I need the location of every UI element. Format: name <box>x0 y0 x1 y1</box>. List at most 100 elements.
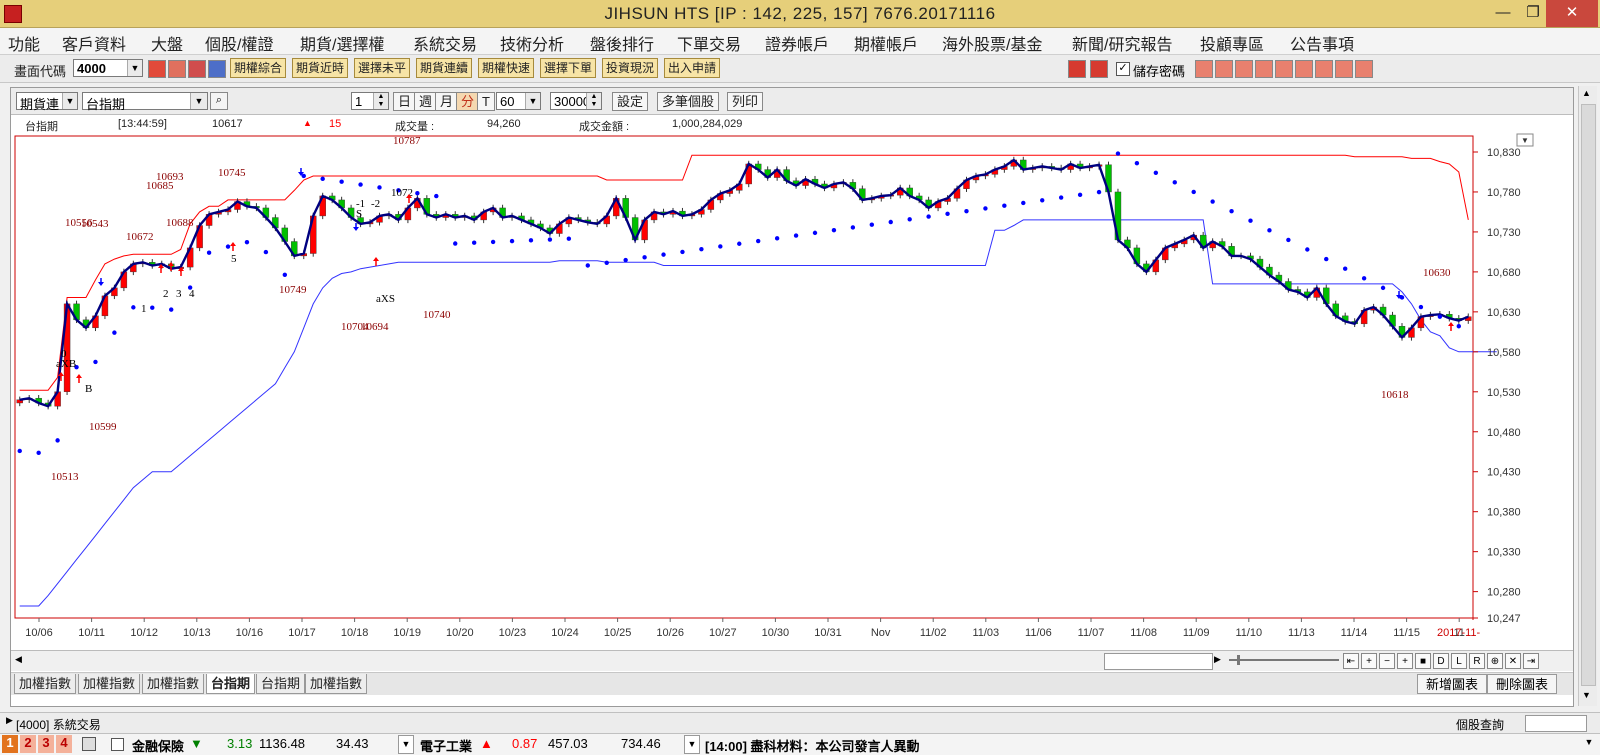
menu-item-order[interactable]: 下單交易 <box>677 31 741 55</box>
close-box-icon[interactable] <box>1215 60 1233 78</box>
toolbar-button-options-open[interactable]: 選擇未平 <box>354 58 411 78</box>
sar-dot <box>320 176 325 182</box>
close-button[interactable]: ✕ <box>1546 0 1598 27</box>
menu-item-futures[interactable]: 期貨/選擇權 <box>300 31 384 55</box>
save-icon[interactable] <box>188 60 206 78</box>
toolbar-button-futures-continuous[interactable]: 期貨連續 <box>416 58 473 78</box>
menu-item-advisor[interactable]: 投顧專區 <box>1200 31 1264 55</box>
pen-icon[interactable] <box>1195 60 1213 78</box>
tab-taiex-futures-active[interactable]: 台指期 <box>206 674 256 694</box>
symbol-select[interactable]: 台指期 ▼ <box>82 92 208 112</box>
tab-weighted-index-4[interactable]: 加權指數 <box>305 674 368 694</box>
plus-icon[interactable] <box>1090 60 1108 78</box>
zoom-slider-handle[interactable] <box>1237 655 1240 665</box>
menu-item-ranking[interactable]: 盤後排行 <box>590 31 654 55</box>
scroll-up-icon[interactable]: ▲ <box>1582 88 1591 98</box>
toolbar-button-investment-status[interactable]: 投資現況 <box>602 58 659 78</box>
search-icon[interactable]: ⌕ <box>210 92 228 110</box>
note-icon[interactable] <box>1295 60 1313 78</box>
menu-item-function[interactable]: 功能 <box>8 31 40 55</box>
settings-button[interactable]: 設定 <box>612 92 649 111</box>
multi-stock-button[interactable]: 多筆個股 <box>657 92 720 111</box>
scroll-left-icon[interactable]: ◀ <box>15 654 22 665</box>
menu-item-system-trade[interactable]: 系統交易 <box>413 31 477 55</box>
page-3-button[interactable]: 3 <box>38 735 54 753</box>
menu-item-stock[interactable]: 個股/權證 <box>205 31 273 55</box>
toolbar-button-options-fast[interactable]: 期權快速 <box>478 58 535 78</box>
chevron-down-icon[interactable]: ▼ <box>1582 737 1596 751</box>
nav-l-button[interactable]: L <box>1451 653 1467 669</box>
menu-item-announcement[interactable]: 公告事項 <box>1290 31 1354 55</box>
scroll-right-icon[interactable]: ▶ <box>1214 654 1221 665</box>
nav-stop-button[interactable]: ■ <box>1415 653 1431 669</box>
refresh-icon[interactable] <box>148 60 166 78</box>
tab-weighted-index-2[interactable]: 加權指數 <box>78 674 141 694</box>
page-1-button[interactable]: 1 <box>2 735 18 753</box>
lock-icon[interactable] <box>82 737 96 751</box>
zoom-slider-track[interactable] <box>1229 659 1339 661</box>
tab-weighted-index-1[interactable]: 加權指數 <box>14 674 77 694</box>
nav-cross-button[interactable]: + <box>1397 653 1413 669</box>
toolbar-button-deposit-withdraw[interactable]: 出入申請 <box>664 58 721 78</box>
tab-weighted-index-3[interactable]: 加權指數 <box>142 674 205 694</box>
edit-icon[interactable] <box>1255 60 1273 78</box>
nav-zoom-in-button[interactable]: + <box>1361 653 1377 669</box>
scroll-thumb[interactable] <box>1581 104 1596 686</box>
horizontal-scrollbar[interactable]: ◀ ▶ ⇤ + − + ■ D L R ⊕ ✕ ⇥ <box>11 650 1573 671</box>
page-2-button[interactable]: 2 <box>20 735 36 753</box>
quick-query-input[interactable] <box>1525 715 1587 732</box>
nav-close-button[interactable]: ✕ <box>1505 653 1521 669</box>
period-button-tick[interactable]: T <box>477 92 495 111</box>
nav-zoom-out-button[interactable]: − <box>1379 653 1395 669</box>
window-icon[interactable] <box>1235 60 1253 78</box>
print-icon[interactable] <box>1335 60 1353 78</box>
text-icon[interactable] <box>1275 60 1293 78</box>
menu-item-news[interactable]: 新聞/研究報告 <box>1072 31 1172 55</box>
menu-item-overseas[interactable]: 海外股票/基金 <box>942 31 1042 55</box>
nav-d-button[interactable]: D <box>1433 653 1449 669</box>
toolbar-button-options-order[interactable]: 選擇下單 <box>540 58 597 78</box>
nav-first-button[interactable]: ⇤ <box>1343 653 1359 669</box>
ticker-news[interactable]: [14:00] 盡科材料：本公司發言人異動 <box>705 736 920 755</box>
period-button-week[interactable]: 週 <box>414 92 438 111</box>
save-password-checkbox[interactable]: ✓ <box>1116 62 1130 76</box>
period-button-day[interactable]: 日 <box>393 92 417 111</box>
menu-item-client[interactable]: 客戶資料 <box>62 31 126 55</box>
print-button[interactable]: 列印 <box>727 92 764 111</box>
spinner-input[interactable]: 1 ▲ ▼ <box>351 92 389 110</box>
price-annotation: 10745 <box>218 167 246 179</box>
remove-chart-button[interactable]: 刪除圖表 <box>1487 674 1558 694</box>
page-4-button[interactable]: 4 <box>56 735 72 753</box>
dropdown-icon[interactable] <box>208 60 226 78</box>
period-button-minute[interactable]: 分 <box>456 92 480 111</box>
scroll-thumb[interactable] <box>1104 653 1213 670</box>
toolbar-button-futures-recent[interactable]: 期貨近時 <box>292 58 349 78</box>
scroll-down-icon[interactable]: ▼ <box>1582 690 1591 700</box>
sar-dot <box>642 255 647 260</box>
folder-icon[interactable] <box>168 60 186 78</box>
bars-input[interactable]: 30000 ▲ ▼ <box>550 92 602 110</box>
chevron-down-icon[interactable]: ▼ <box>684 735 700 754</box>
save-password-label: 儲存密碼 <box>1133 64 1186 79</box>
nav-last-button[interactable]: ⇥ <box>1523 653 1539 669</box>
minus-icon[interactable] <box>1068 60 1086 78</box>
nav-magnify-button[interactable]: ⊕ <box>1487 653 1503 669</box>
toolbar-button-options-overview[interactable]: 期權綜合 <box>230 58 287 78</box>
menu-item-futures-account[interactable]: 期權帳戶 <box>854 31 918 55</box>
period-button-month[interactable]: 月 <box>435 92 459 111</box>
nav-r-button[interactable]: R <box>1469 653 1485 669</box>
screen-code-select[interactable]: 4000 ▼ <box>73 59 143 77</box>
interval-select[interactable]: 60 ▼ <box>496 92 541 110</box>
price-chart[interactable]: 10,830 10,780 10,730 10,680 10,630 10,580 10,5… <box>11 132 1573 650</box>
add-chart-button[interactable]: 新增圖表 <box>1417 674 1488 694</box>
ticker-checkbox[interactable] <box>111 738 124 751</box>
tab-taiex-futures[interactable]: 台指期 <box>256 674 306 694</box>
vertical-scrollbar[interactable]: ▲ ▼ <box>1578 86 1597 706</box>
export-icon[interactable] <box>1355 60 1373 78</box>
contract-select[interactable]: 期貨連 ▼ <box>16 92 78 112</box>
mail-icon[interactable] <box>1315 60 1333 78</box>
menu-item-stock-account[interactable]: 證券帳戶 <box>765 31 829 55</box>
menu-item-technical[interactable]: 技術分析 <box>500 31 564 55</box>
menu-item-market[interactable]: 大盤 <box>151 31 183 55</box>
chevron-down-icon[interactable]: ▼ <box>398 735 414 754</box>
